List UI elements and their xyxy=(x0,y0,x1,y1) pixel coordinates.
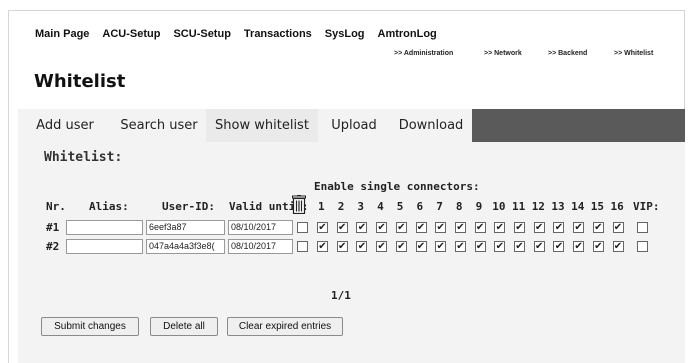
connector-checkbox[interactable]: ✔ xyxy=(494,222,506,233)
connector-checkbox[interactable]: ✔ xyxy=(395,222,407,233)
connector-checkbox[interactable]: ✔ xyxy=(533,222,545,233)
connector-checkbox[interactable]: ✔ xyxy=(514,222,525,233)
connector-checkbox[interactable]: ✔ xyxy=(415,222,427,233)
connector-checkbox[interactable]: ✔ xyxy=(415,241,427,252)
connector-checkbox[interactable]: ✔ xyxy=(317,241,328,252)
connector-checkbox[interactable]: ✔ xyxy=(435,241,447,252)
connector-checkbox[interactable]: ✔ xyxy=(336,222,348,233)
connector-header: 5 xyxy=(396,200,404,213)
nav-amtronlog[interactable]: AmtronLog xyxy=(378,28,437,40)
top-navigation: Main Page ACU-Setup SCU-Setup Transactio… xyxy=(35,28,450,40)
submit-changes-button[interactable]: Submit changes xyxy=(41,317,139,336)
connector-checkbox[interactable]: ✔ xyxy=(612,241,624,252)
subnav-administration[interactable]: >> Administration xyxy=(394,50,453,57)
connector-checkbox[interactable]: ✔ xyxy=(553,241,565,252)
connector-checkbox[interactable]: ✔ xyxy=(592,241,604,252)
connector-header: 12 xyxy=(531,200,545,213)
connector-checkbox[interactable]: ✔ xyxy=(435,222,447,233)
connector-checkbox[interactable]: ✔ xyxy=(573,241,585,252)
trash-icon xyxy=(292,195,306,219)
clear-expired-entries-button[interactable]: Clear expired entries xyxy=(227,317,343,336)
subnav-whitelist[interactable]: >> Whitelist xyxy=(614,50,653,57)
connector-checkbox[interactable]: ✔ xyxy=(514,241,525,252)
tab-download[interactable]: Download xyxy=(390,109,472,142)
nav-transactions[interactable]: Transactions xyxy=(244,28,312,40)
connector-checkbox[interactable]: ✔ xyxy=(395,241,407,252)
connector-header: 4 xyxy=(377,200,384,213)
connector-checkbox[interactable]: ✔ xyxy=(533,241,545,252)
page-title: Whitelist xyxy=(34,71,126,92)
connector-checkbox[interactable]: ✔ xyxy=(376,241,388,252)
connector-header: 1 xyxy=(318,200,325,213)
delete-checkbox[interactable] xyxy=(297,241,308,252)
connector-checkbox[interactable]: ✔ xyxy=(356,241,368,252)
connector-checkbox[interactable]: ✔ xyxy=(454,222,466,233)
connector-checkbox[interactable]: ✔ xyxy=(454,241,466,252)
connector-checkbox[interactable]: ✔ xyxy=(494,241,506,252)
enable-connectors-label: Enable single connectors: xyxy=(314,180,480,193)
subnav-backend[interactable]: >> Backend xyxy=(548,50,587,57)
section-title: Whitelist: xyxy=(44,150,123,165)
connector-checkbox[interactable]: ✔ xyxy=(553,222,565,233)
nav-scu-setup[interactable]: SCU-Setup xyxy=(173,28,230,40)
connector-header: 8 xyxy=(455,200,463,213)
tab-show-whitelist[interactable]: Show whitelist xyxy=(206,109,318,142)
vip-checkbox[interactable] xyxy=(637,241,648,252)
connector-header: 14 xyxy=(571,200,585,213)
vip-checkbox[interactable] xyxy=(637,222,648,233)
connector-header: 11 xyxy=(512,200,526,213)
connector-checkbox[interactable]: ✔ xyxy=(592,222,604,233)
connector-header: 9 xyxy=(475,200,483,213)
header-alias: Alias: xyxy=(89,200,129,213)
row-number: #1 xyxy=(46,221,60,234)
valid-until-field[interactable]: 08/10/2017 xyxy=(228,239,293,254)
tab-search-user[interactable]: Search user xyxy=(112,109,206,142)
row-number: #2 xyxy=(46,240,60,253)
connector-header: 16 xyxy=(610,200,624,213)
valid-until-field[interactable]: 08/10/2017 xyxy=(228,220,293,235)
connector-checkbox[interactable]: ✔ xyxy=(376,222,388,233)
connector-header: 10 xyxy=(492,200,506,213)
alias-field[interactable] xyxy=(66,220,143,235)
header-vip: VIP: xyxy=(633,200,660,213)
connector-checkbox[interactable]: ✔ xyxy=(573,222,585,233)
tab-bar: Add user Search user Show whitelist Uplo… xyxy=(18,109,685,142)
tab-add-user[interactable]: Add user xyxy=(18,109,112,142)
connector-checkbox[interactable]: ✔ xyxy=(317,222,328,233)
user-id-field[interactable]: 6eef3a87 xyxy=(146,220,225,235)
delete-all-button[interactable]: Delete all xyxy=(150,317,218,336)
subnav-network[interactable]: >> Network xyxy=(484,50,522,57)
nav-main-page[interactable]: Main Page xyxy=(35,28,89,40)
connector-header: 2 xyxy=(337,200,345,213)
connector-checkbox[interactable]: ✔ xyxy=(356,222,368,233)
connector-checkbox[interactable]: ✔ xyxy=(612,222,624,233)
nav-syslog[interactable]: SysLog xyxy=(325,28,365,40)
header-user-id: User-ID: xyxy=(162,200,215,213)
header-nr: Nr. xyxy=(46,200,66,213)
connector-checkbox[interactable]: ✔ xyxy=(474,241,486,252)
nav-acu-setup[interactable]: ACU-Setup xyxy=(102,28,160,40)
user-id-field[interactable]: 047a4a4a3f3e8( xyxy=(146,239,225,254)
connector-checkbox[interactable]: ✔ xyxy=(336,241,348,252)
connector-header: 3 xyxy=(357,200,365,213)
connector-header: 13 xyxy=(551,200,565,213)
delete-checkbox[interactable] xyxy=(297,222,308,233)
connector-header: 6 xyxy=(416,200,424,213)
alias-field[interactable] xyxy=(66,239,143,254)
pagination: 1/1 xyxy=(331,289,351,302)
connector-header: 7 xyxy=(436,200,443,213)
tab-upload[interactable]: Upload xyxy=(318,109,390,142)
connector-header: 15 xyxy=(590,200,605,213)
connector-checkbox[interactable]: ✔ xyxy=(474,222,486,233)
